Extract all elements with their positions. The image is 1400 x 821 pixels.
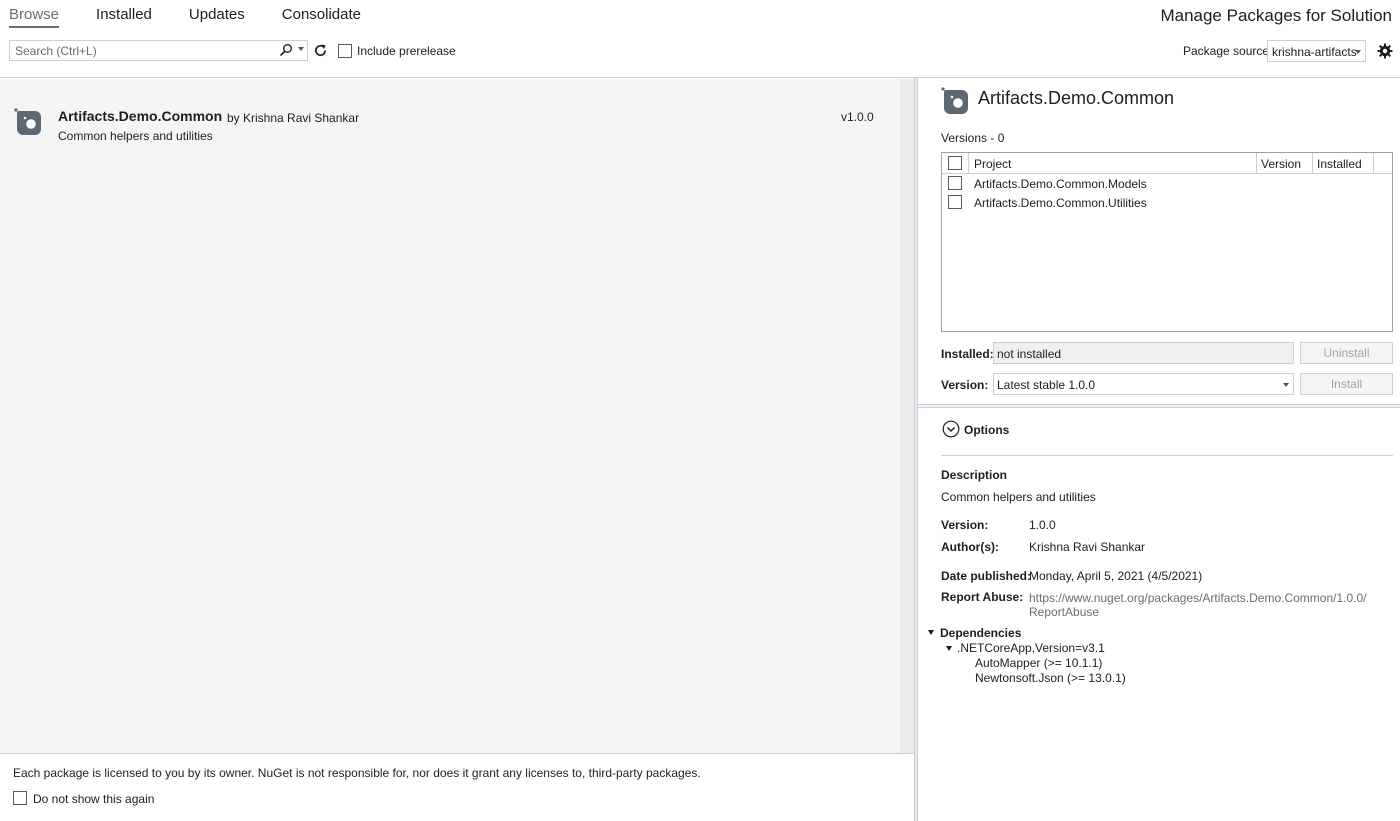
details-splitter[interactable] (918, 404, 1400, 408)
tab-consolidate[interactable]: Consolidate (282, 6, 361, 28)
search-placeholder: Search (Ctrl+L) (15, 44, 97, 58)
search-input[interactable]: Search (Ctrl+L) (9, 40, 308, 61)
search-dropdown-icon[interactable] (298, 47, 304, 51)
package-icon (14, 108, 41, 135)
authors-key: Author(s): (941, 540, 999, 554)
prerelease-label: Include prerelease (357, 44, 456, 58)
package-source-select[interactable]: krishna-artifacts (1267, 40, 1366, 62)
tab-updates[interactable]: Updates (189, 6, 245, 28)
version-select[interactable]: Latest stable 1.0.0 (993, 373, 1294, 395)
date-published-value: Monday, April 5, 2021 (4/5/2021) (1029, 569, 1203, 583)
do-not-show-label: Do not show this again (33, 792, 155, 806)
version-label: Version: (941, 378, 989, 392)
divider (941, 455, 1393, 456)
installed-label: Installed: (941, 347, 994, 361)
column-installed[interactable]: Installed (1317, 157, 1362, 171)
report-abuse-key: Report Abuse: (941, 590, 1024, 604)
project-row-label[interactable]: Artifacts.Demo.Common.Models (974, 177, 1147, 191)
dependency-item: Newtonsoft.Json (>= 13.0.1) (975, 671, 1126, 685)
package-author: by Krishna Ravi Shankar (227, 111, 360, 125)
details-title: Artifacts.Demo.Common (978, 88, 1175, 108)
version-key: Version: (941, 518, 989, 532)
header: Browse Installed Updates Consolidate Man… (0, 0, 1400, 78)
tab-bar: Browse Installed Updates Consolidate (9, 6, 398, 28)
tab-installed[interactable]: Installed (96, 6, 152, 28)
install-button[interactable]: Install (1300, 373, 1393, 395)
search-icon[interactable] (279, 43, 293, 57)
authors-value: Krishna Ravi Shankar (1029, 540, 1146, 554)
projects-grid[interactable]: Project Version Installed Artifacts.Demo… (941, 152, 1393, 332)
version-select-value: Latest stable 1.0.0 (997, 378, 1096, 392)
description-heading: Description (941, 468, 1008, 482)
dependency-item: AutoMapper (>= 10.1.1) (975, 656, 1103, 670)
tab-browse[interactable]: Browse (9, 6, 60, 28)
package-source-label: Package source: (1183, 44, 1273, 58)
refresh-icon[interactable] (313, 43, 328, 58)
uninstall-button[interactable]: Uninstall (1300, 342, 1393, 364)
package-version: v1.0.0 (841, 110, 874, 124)
dependency-framework: .NETCoreApp,Version=v3.1 (957, 641, 1105, 655)
chevron-down-icon (1283, 383, 1289, 387)
version-value: 1.0.0 (1029, 518, 1056, 532)
description-text: Common helpers and utilities (941, 490, 1096, 504)
package-list[interactable] (0, 79, 914, 753)
collapse-triangle-icon[interactable] (928, 630, 934, 635)
prerelease-checkbox[interactable] (338, 44, 352, 58)
report-abuse-link-line2[interactable]: ReportAbuse (1029, 605, 1389, 619)
project-checkbox-utilities[interactable] (948, 195, 962, 209)
expand-circle-icon[interactable] (942, 420, 960, 438)
dependencies-heading: Dependencies (940, 626, 1022, 640)
page-title: Manage Packages for Solution (1160, 6, 1392, 25)
chevron-down-icon (1355, 50, 1361, 54)
project-checkbox-models[interactable] (948, 176, 962, 190)
license-footer (0, 753, 914, 821)
package-description: Common helpers and utilities (58, 129, 213, 143)
package-list-scrollbar[interactable] (900, 79, 914, 753)
report-abuse-link[interactable]: https://www.nuget.org/packages/Artifacts… (1029, 591, 1389, 619)
versions-label: Versions - 0 (941, 131, 1005, 145)
collapse-triangle-icon[interactable] (946, 646, 952, 651)
column-version[interactable]: Version (1261, 157, 1301, 171)
grid-header: Project Version Installed (942, 153, 1392, 174)
package-name: Artifacts.Demo.Common (58, 108, 223, 124)
column-project[interactable]: Project (974, 157, 1011, 171)
project-row-label[interactable]: Artifacts.Demo.Common.Utilities (974, 196, 1147, 210)
do-not-show-checkbox[interactable] (13, 791, 27, 805)
date-published-key: Date published: (941, 569, 1032, 583)
options-toggle[interactable]: Options (964, 423, 1009, 437)
license-text: Each package is licensed to you by its o… (13, 766, 701, 780)
package-icon (941, 87, 968, 114)
select-all-checkbox[interactable] (948, 156, 962, 170)
gear-icon[interactable] (1377, 43, 1393, 59)
report-abuse-link-line1[interactable]: https://www.nuget.org/packages/Artifacts… (1029, 591, 1389, 605)
installed-field: not installed (993, 342, 1294, 364)
installed-value: not installed (997, 347, 1062, 361)
package-source-value: krishna-artifacts (1272, 45, 1357, 59)
